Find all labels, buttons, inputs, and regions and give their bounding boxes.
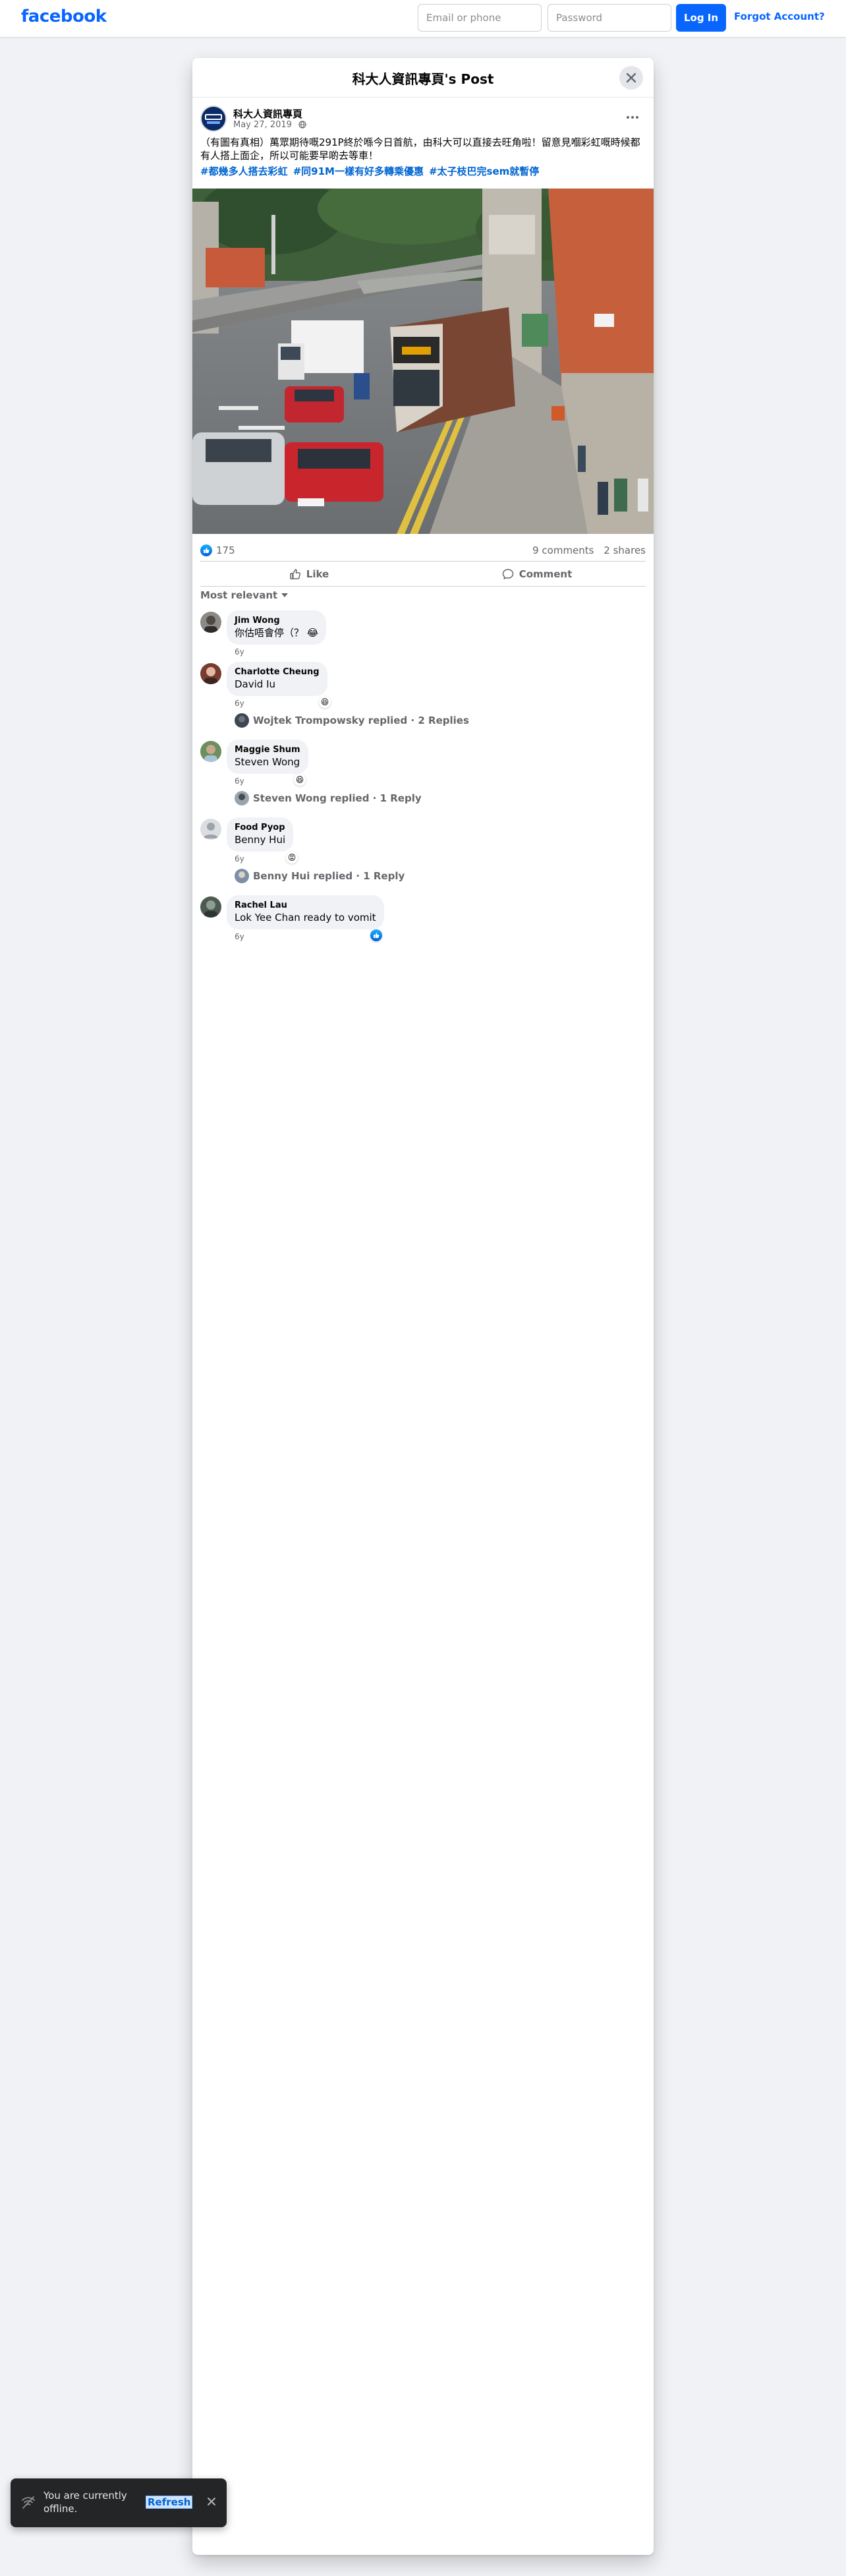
page-avatar[interactable] xyxy=(200,105,227,132)
comment-text: 你估唔會停（？ 😂 xyxy=(235,626,318,639)
post-header: 科大人資訊專頁 May 27, 2019 xyxy=(200,105,646,134)
close-button[interactable] xyxy=(619,66,643,90)
avatar[interactable] xyxy=(200,612,221,633)
like-reaction-icon[interactable] xyxy=(370,929,382,941)
post-photo[interactable] xyxy=(192,189,654,534)
facebook-logo[interactable]: facebook xyxy=(21,7,107,26)
comment-bubble: Jim Wong 你估唔會停（？ 😂 xyxy=(227,610,327,645)
dialog-header: 科大人資訊專頁's Post xyxy=(192,58,654,98)
email-field[interactable] xyxy=(418,4,542,32)
avatar xyxy=(235,791,249,805)
avatar xyxy=(235,869,249,883)
page-logo-icon xyxy=(202,107,225,131)
password-field[interactable] xyxy=(548,4,671,32)
haha-emoji-icon: 😂 xyxy=(306,627,319,639)
like-label: Like xyxy=(306,568,329,580)
comments-count[interactable]: 9 comments xyxy=(532,544,594,556)
post-text: （有圖有真相）萬眾期待嘅291P終於喺今日首航，由科大可以直接去旺角啦！留意見嗰… xyxy=(200,136,640,161)
comment-label: Comment xyxy=(519,568,573,580)
close-icon xyxy=(626,73,636,83)
angry-reaction-icon[interactable]: 😡 xyxy=(286,852,298,864)
dot-icon xyxy=(636,116,638,119)
hashtag-link[interactable]: #都幾多人搭去彩虹 xyxy=(200,165,288,177)
thumbs-up-icon xyxy=(374,933,380,938)
comment-text: David Iu xyxy=(235,678,276,690)
post-hashtags: #都幾多人搭去彩虹 #同91M一樣有好多轉乘優惠 #太子枝巴完sem就暫停 xyxy=(200,165,646,178)
top-navbar: facebook Log In Forgot Account? xyxy=(0,0,846,37)
hashtag-link[interactable]: #同91M一樣有好多轉乘優惠 xyxy=(293,165,424,177)
replies-summary: Benny Hui replied · 1 Reply xyxy=(253,870,405,882)
comment-time[interactable]: 6y xyxy=(235,776,244,786)
comment-text: Benny Hui xyxy=(235,834,286,846)
dialog-title: 科大人資訊專頁's Post xyxy=(352,71,494,87)
avatar[interactable] xyxy=(200,663,221,684)
forgot-account-link[interactable]: Forgot Account? xyxy=(734,11,825,22)
comment-button[interactable]: Comment xyxy=(428,564,646,585)
comment-author[interactable]: Jim Wong xyxy=(235,616,318,626)
more-options-button[interactable] xyxy=(623,109,642,125)
thumbs-up-icon xyxy=(290,569,300,579)
post-timestamp[interactable]: May 27, 2019 xyxy=(233,120,306,130)
avatar[interactable] xyxy=(200,896,221,918)
like-button[interactable]: Like xyxy=(200,564,418,585)
comment-bubble: Charlotte Cheung David Iu xyxy=(227,662,327,696)
login-button[interactable]: Log In xyxy=(676,4,726,32)
dot-icon xyxy=(627,116,629,119)
comment-text: Lok Yee Chan ready to vomit xyxy=(235,912,376,923)
globe-icon xyxy=(298,121,306,129)
shares-count[interactable]: 2 shares xyxy=(604,544,646,556)
comment-bubble: Rachel Lau Lok Yee Chan ready to vomit xyxy=(227,895,384,929)
comment-author[interactable]: Food Pyop xyxy=(235,823,285,833)
comment-time[interactable]: 6y xyxy=(235,932,244,941)
page-name[interactable]: 科大人資訊專頁 xyxy=(233,107,302,121)
view-replies[interactable]: Wojtek Trompowsky replied · 2 Replies xyxy=(235,713,469,728)
street-scene-image xyxy=(192,189,654,534)
post-actions: Like Comment xyxy=(200,562,646,587)
post-dialog: 科大人資訊專頁's Post 科大人資訊專頁 May 27, 2019 （有圖有… xyxy=(192,58,654,2555)
thumbs-up-icon xyxy=(204,548,210,553)
avatar xyxy=(235,713,249,728)
like-reaction-icon[interactable] xyxy=(200,544,212,556)
comment-bubble: Maggie Shum Steven Wong xyxy=(227,740,308,774)
haha-reaction-icon[interactable]: 😆 xyxy=(294,774,306,786)
comment-text-content: 你估唔會停（？ xyxy=(235,627,304,639)
comment-time[interactable]: 6y xyxy=(235,699,244,708)
offline-icon xyxy=(22,2496,35,2509)
avatar[interactable] xyxy=(200,819,221,840)
post-date-text: May 27, 2019 xyxy=(233,120,292,130)
close-icon[interactable] xyxy=(207,2497,216,2506)
comment-time[interactable]: 6y xyxy=(235,647,244,657)
post-stats: 175 9 comments 2 shares xyxy=(200,539,646,562)
haha-reaction-icon[interactable]: 😆 xyxy=(319,696,331,708)
engagement-counts: 9 comments 2 shares xyxy=(526,544,646,556)
dot-icon xyxy=(631,116,634,119)
replies-summary: Steven Wong replied · 1 Reply xyxy=(253,792,422,804)
avatar[interactable] xyxy=(200,741,221,762)
refresh-link[interactable]: Refresh xyxy=(145,2496,193,2509)
comment-bubble: Food Pyop Benny Hui xyxy=(227,817,294,852)
reaction-count[interactable]: 175 xyxy=(216,544,235,556)
comment-bubble-icon xyxy=(502,569,513,579)
view-replies[interactable]: Steven Wong replied · 1 Reply xyxy=(235,791,422,805)
comment-author[interactable]: Rachel Lau xyxy=(235,900,376,911)
offline-toast: You are currently offline. Refresh xyxy=(11,2478,227,2527)
replies-summary: Wojtek Trompowsky replied · 2 Replies xyxy=(253,715,469,726)
comment-author[interactable]: Maggie Shum xyxy=(235,745,300,755)
comment-time[interactable]: 6y xyxy=(235,854,244,864)
offline-message: You are currently offline. xyxy=(43,2490,127,2515)
sort-label: Most relevant xyxy=(200,589,278,601)
hashtag-link[interactable]: #太子枝巴完sem就暫停 xyxy=(429,165,539,177)
view-replies[interactable]: Benny Hui replied · 1 Reply xyxy=(235,869,405,883)
comment-author[interactable]: Charlotte Cheung xyxy=(235,667,320,678)
caret-down-icon xyxy=(281,593,289,597)
comment-sort-dropdown[interactable]: Most relevant xyxy=(200,589,289,601)
comment-text: Steven Wong xyxy=(235,756,300,768)
